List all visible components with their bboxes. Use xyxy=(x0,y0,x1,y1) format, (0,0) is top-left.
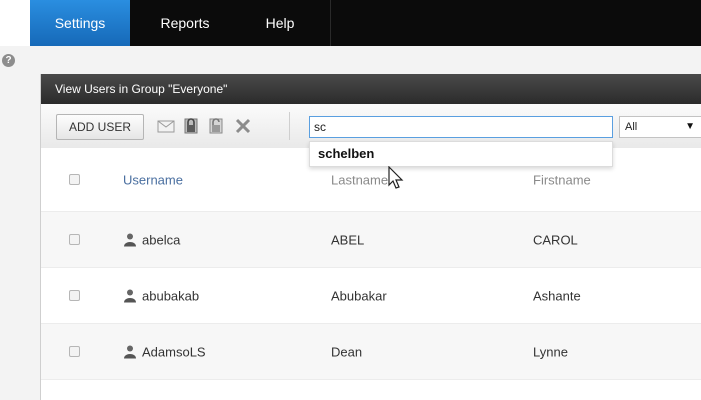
row-checkbox[interactable] xyxy=(69,233,80,245)
mouse-cursor-icon xyxy=(388,166,404,189)
table-row[interactable]: AdamsoLS Dean Lynne xyxy=(41,324,701,380)
lastname-cell: Abubakar xyxy=(331,288,387,303)
table-row[interactable]: abelca ABEL CAROL xyxy=(41,212,701,268)
unlock-icon[interactable] xyxy=(206,116,226,136)
column-header-firstname[interactable]: Firstname xyxy=(533,172,591,187)
chevron-down-icon[interactable]: ▼ xyxy=(685,117,695,137)
table-row[interactable]: abubakab Abubakar Ashante xyxy=(41,268,701,324)
top-menu-bar: Settings Reports Help xyxy=(0,0,701,46)
panel-title: View Users in Group "Everyone" xyxy=(41,74,701,104)
firstname-cell: Ashante xyxy=(533,288,581,303)
help-icon[interactable]: ? xyxy=(2,54,15,67)
firstname-cell: Lynne xyxy=(533,344,568,359)
user-icon xyxy=(124,289,136,302)
menu-tab-settings[interactable]: Settings xyxy=(30,0,130,46)
user-icon xyxy=(124,233,136,246)
autocomplete-dropdown: schelben xyxy=(309,141,613,167)
search-input[interactable] xyxy=(309,116,613,138)
user-icon xyxy=(124,345,136,358)
column-header-username[interactable]: Username xyxy=(123,172,183,187)
column-header-lastname[interactable]: Lastname xyxy=(331,172,388,187)
username-cell: abubakab xyxy=(123,288,199,303)
row-checkbox[interactable] xyxy=(69,345,80,357)
menu-tab-reports[interactable]: Reports xyxy=(135,0,235,46)
filter-select-value: All xyxy=(625,121,638,133)
add-user-button[interactable]: ADD USER xyxy=(56,114,144,140)
users-table: Username Lastname Firstname abelca ABEL … xyxy=(41,148,701,380)
row-checkbox[interactable] xyxy=(69,289,80,301)
username-cell: AdamsoLS xyxy=(123,344,206,359)
select-all-checkbox[interactable] xyxy=(69,173,80,185)
lock-icon[interactable] xyxy=(181,116,201,136)
filter-select[interactable]: All ▼ xyxy=(619,116,701,138)
firstname-cell: CAROL xyxy=(533,232,578,247)
envelope-icon[interactable] xyxy=(156,116,176,136)
menu-separator xyxy=(330,0,331,46)
username-text: AdamsoLS xyxy=(142,344,206,359)
toolbar-separator xyxy=(289,112,290,140)
autocomplete-item[interactable]: schelben xyxy=(318,146,374,161)
username-text: abelca xyxy=(142,232,181,247)
lastname-cell: Dean xyxy=(331,344,363,359)
users-panel: View Users in Group "Everyone" ADD USER … xyxy=(40,74,701,400)
menu-tab-help[interactable]: Help xyxy=(245,0,315,46)
lastname-cell: ABEL xyxy=(331,232,365,247)
username-cell: abelca xyxy=(123,232,180,247)
username-text: abubakab xyxy=(142,288,200,303)
delete-x-icon[interactable] xyxy=(233,116,253,136)
menu-bar-background xyxy=(30,0,701,46)
